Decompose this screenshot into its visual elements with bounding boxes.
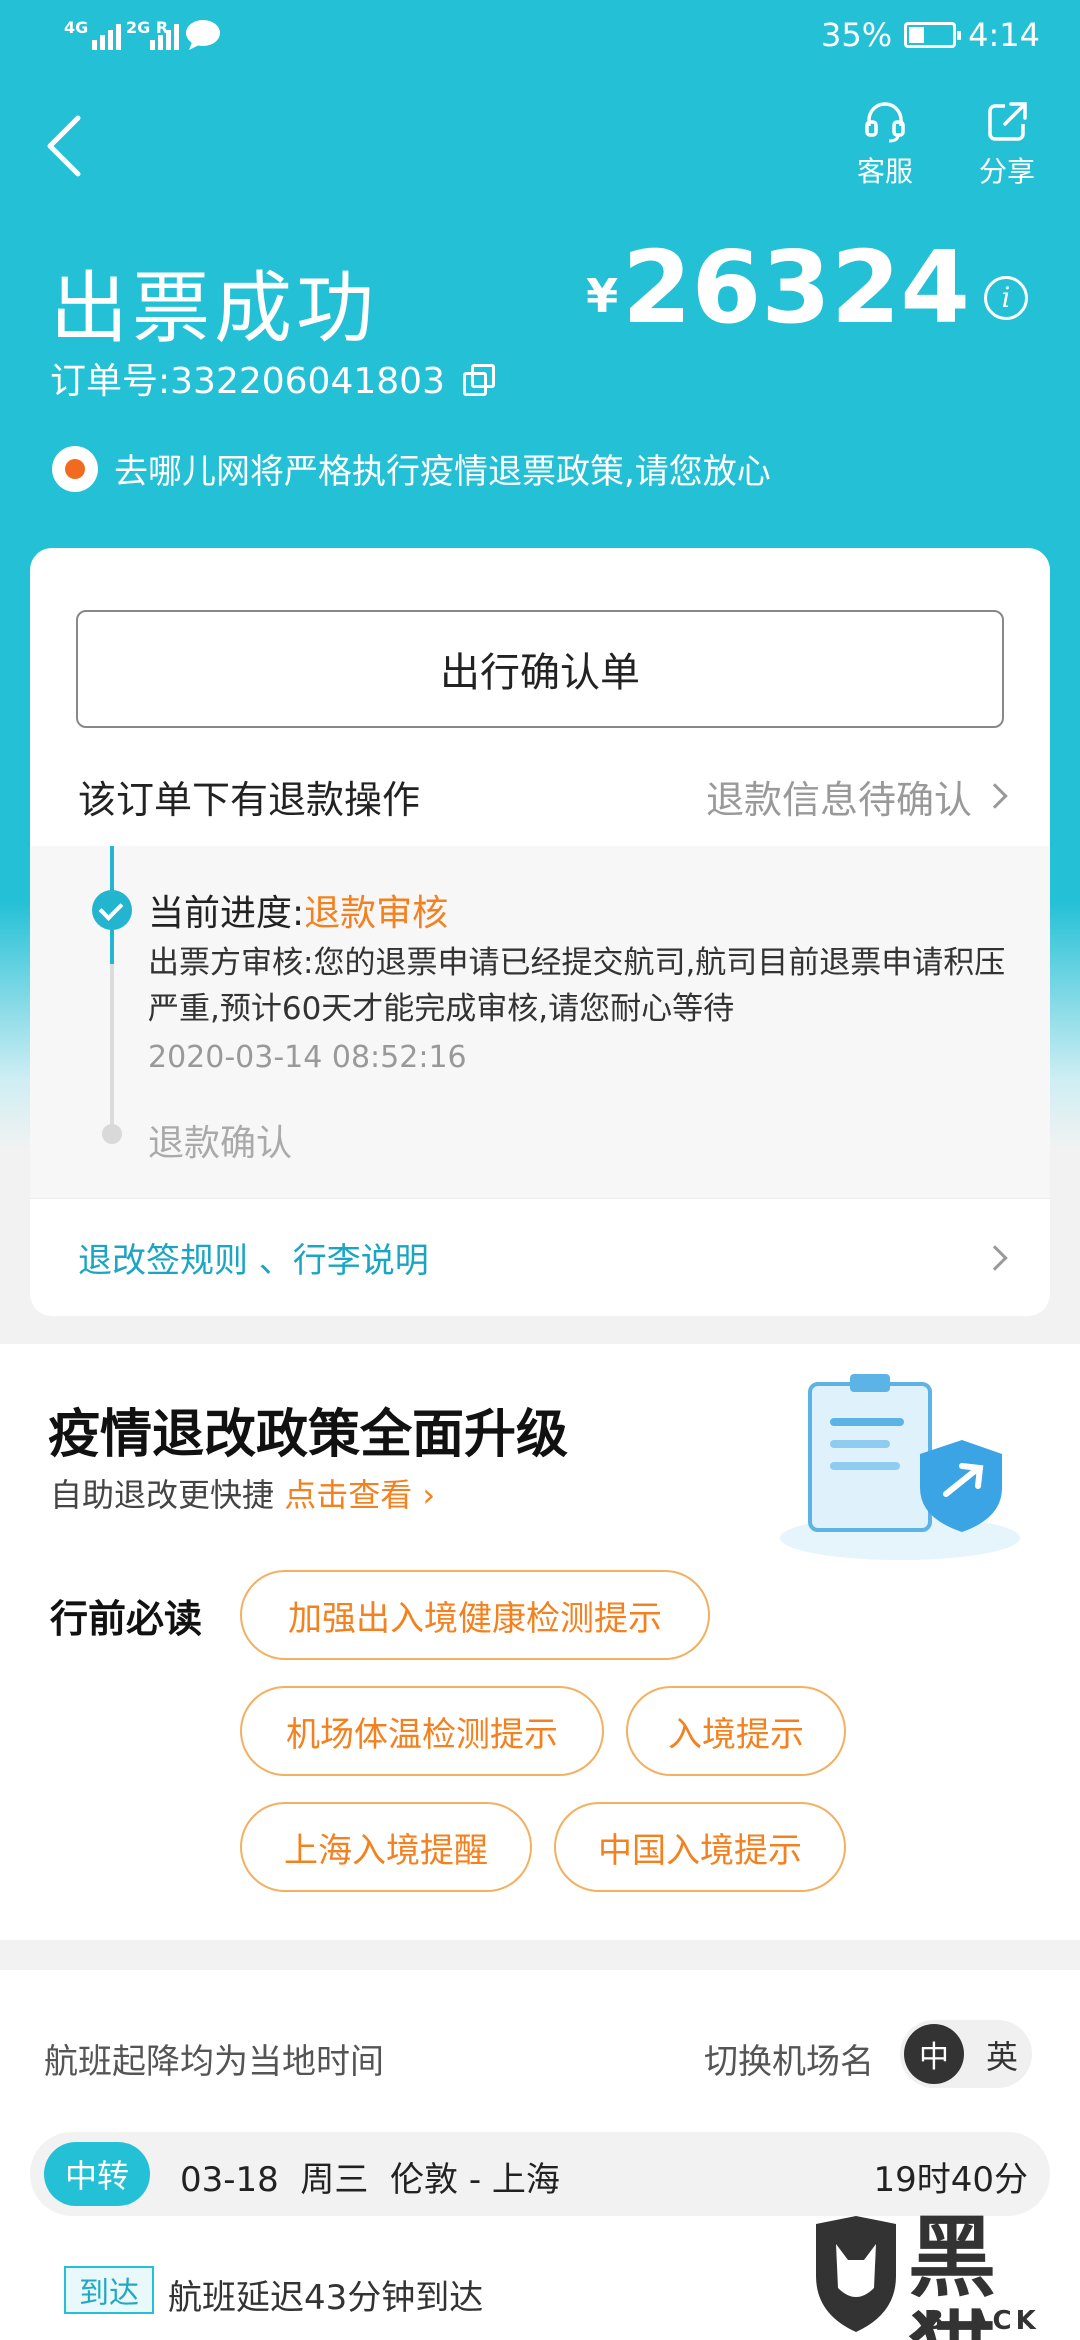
policy-card: 疫情退改政策全面升级 自助退改更快捷 点击查看 › 行前必读 加强出入境健康检测… xyxy=(0,1344,1080,1940)
tag-china-entry[interactable]: 中国入境提示 xyxy=(554,1802,846,1892)
price-info-icon[interactable]: i xyxy=(984,276,1028,320)
current-progress: 当前进度:退款审核 xyxy=(148,893,449,934)
language-toggle[interactable]: 中 英 xyxy=(900,2020,1032,2088)
page-title: 出票成功 xyxy=(50,264,379,354)
policy-document-illustration xyxy=(780,1374,1020,1560)
flight-summary-row[interactable]: 中转 03-18 周三 伦敦 - 上海 19时40分 xyxy=(30,2132,1050,2216)
check-icon xyxy=(92,890,132,930)
flight-info: 03-18 周三 伦敦 - 上海 xyxy=(180,2160,560,2200)
view-policy-link[interactable]: 点击查看 › xyxy=(284,1476,435,1514)
chevron-right-icon xyxy=(982,1244,1008,1271)
progress-description: 出票方审核:您的退票申请已经提交航司,航司目前退票申请积压严重,预计60天才能完… xyxy=(148,945,1006,1027)
share-label: 分享 xyxy=(978,155,1035,188)
flight-duration: 19时40分 xyxy=(873,2160,1028,2200)
order-price: ¥26324 xyxy=(586,238,970,346)
rules-link[interactable]: 退改签规则 、行李说明 xyxy=(78,1233,429,1282)
refund-progress: 当前进度:退款审核 出票方审核:您的退票申请已经提交航司,航司目前退票申请积压严… xyxy=(30,846,1050,1198)
order-number: 订单号:332206041803 xyxy=(50,361,445,402)
black-cat-logo-icon xyxy=(816,2216,896,2332)
refund-row[interactable]: 该订单下有退款操作 退款信息待确认 xyxy=(78,766,1008,826)
share-button[interactable]: 分享 xyxy=(962,100,1052,190)
arrive-badge: 到达 xyxy=(64,2266,154,2314)
policy-title: 疫情退改政策全面升级 xyxy=(48,1405,569,1465)
notice-text: 去哪儿网将严格执行疫情退票政策,请您放心 xyxy=(114,452,771,492)
current-status: 退款审核 xyxy=(304,893,449,934)
local-time-note: 航班起降均为当地时间 xyxy=(44,2042,384,2082)
customer-service-label: 客服 xyxy=(856,155,913,188)
next-step: 退款确认 xyxy=(148,1123,293,1164)
arrive-delay-text: 航班延迟43分钟到达 xyxy=(168,2278,484,2318)
policy-subtitle-row: 自助退改更快捷 点击查看 › xyxy=(50,1476,436,1514)
share-icon xyxy=(988,102,1027,141)
black-cat-watermark: 黑猫 BLACK CAT xyxy=(808,2210,1080,2340)
watermark-subtext: BLACK CAT xyxy=(924,2306,1040,2340)
rules-link-row[interactable]: 退改签规则 、行李说明 xyxy=(30,1198,1050,1316)
pending-step-dot xyxy=(102,1124,122,1144)
chevron-right-icon xyxy=(982,783,1008,809)
customer-service-button[interactable]: 客服 xyxy=(840,100,930,190)
order-number-row: 订单号:332206041803 xyxy=(50,352,495,404)
lang-en-option[interactable]: 英 xyxy=(986,2032,1018,2078)
progress-time: 2020-03-14 08:52:16 xyxy=(148,1040,467,1075)
battery-icon xyxy=(904,22,962,48)
currency-symbol: ¥ xyxy=(586,269,619,323)
order-card: 出行确认单 该订单下有退款操作 退款信息待确认 当前进度:退款审核 出票方审核:… xyxy=(30,548,1050,1316)
clock: 4:14 xyxy=(968,16,1040,54)
progress-line-inactive xyxy=(110,964,114,1132)
refund-label: 该订单下有退款操作 xyxy=(78,777,421,822)
signal-icon-2 xyxy=(150,22,179,50)
travel-confirmation-button[interactable]: 出行确认单 xyxy=(76,610,1004,728)
switch-airport-label: 切换机场名 xyxy=(704,2042,874,2082)
status-bar: 4G 2G R 35% 4:14 xyxy=(0,0,1080,76)
refund-status: 退款信息待确认 xyxy=(706,769,1008,824)
tag-entry-notice[interactable]: 入境提示 xyxy=(626,1686,846,1776)
must-read-label: 行前必读 xyxy=(50,1597,203,1641)
signal-icon xyxy=(92,22,121,50)
lang-zh-option[interactable]: 中 xyxy=(904,2024,964,2084)
battery-percent: 35% xyxy=(821,16,893,54)
transfer-badge: 中转 xyxy=(44,2142,150,2206)
network-label-1: 4G xyxy=(64,18,89,37)
price-value: 26324 xyxy=(622,229,970,346)
notice-dot-icon xyxy=(52,445,98,492)
policy-notice: 去哪儿网将严格执行疫情退票政策,请您放心 xyxy=(52,444,771,493)
tag-temperature-check[interactable]: 机场体温检测提示 xyxy=(240,1686,604,1776)
headset-icon xyxy=(865,102,905,143)
message-icon xyxy=(186,20,220,50)
tag-shanghai-entry[interactable]: 上海入境提醒 xyxy=(240,1802,532,1892)
copy-icon[interactable] xyxy=(462,364,495,396)
back-arrow-icon[interactable] xyxy=(40,110,90,180)
tag-health-check[interactable]: 加强出入境健康检测提示 xyxy=(240,1570,710,1660)
